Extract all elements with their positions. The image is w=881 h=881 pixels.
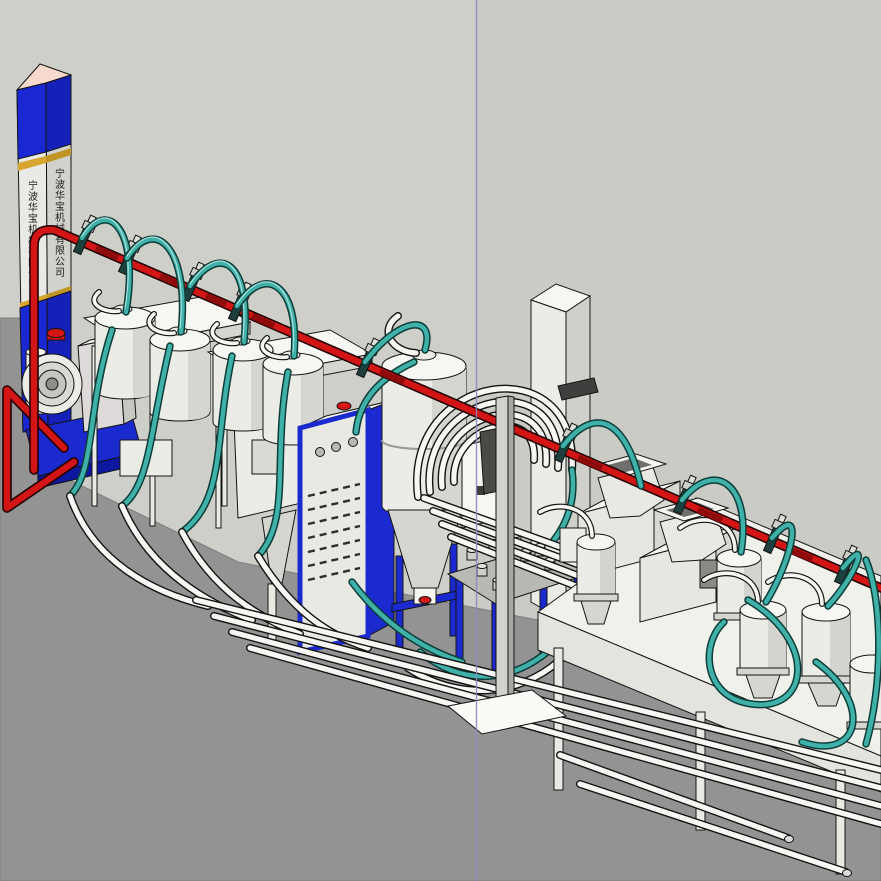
scene-3d-conveying-system: 宁波华宝机械有限公司 宁波华宝机械有限公司 (0, 0, 881, 881)
signpost-blue-cap-left (17, 83, 46, 159)
pipe-end-cap-2 (843, 870, 852, 877)
receiver4-collar (799, 676, 853, 683)
post-side (508, 396, 514, 702)
receiver1-collar (574, 594, 618, 601)
manifold-leg-1 (456, 576, 463, 662)
hopperB-shade (188, 340, 210, 420)
signpost-blue-cap-right (46, 75, 71, 152)
signpost-text-right: 宁波华宝机械有限公司 (53, 167, 65, 278)
receiver1-dome (577, 534, 615, 550)
cad-render-viewport: 宁波华宝机械有限公司 宁波华宝机械有限公司 (0, 0, 881, 881)
table-leg-3 (836, 770, 845, 874)
pipe-end-cap-1 (785, 836, 794, 843)
receiver4-shade (830, 612, 850, 676)
post-front (496, 396, 508, 704)
receiver3-collar (737, 668, 789, 675)
cabinet-knob-1[interactable] (316, 448, 325, 457)
pump-red-cap (47, 329, 65, 338)
cabinet-knob-2[interactable] (332, 443, 341, 452)
hopper-outlet-clamp (419, 597, 431, 604)
bank2-panel (252, 440, 280, 474)
pump-hub (46, 378, 58, 390)
cabinet-power-switch[interactable] (337, 402, 351, 410)
cabinet-knob-3[interactable] (349, 438, 358, 447)
